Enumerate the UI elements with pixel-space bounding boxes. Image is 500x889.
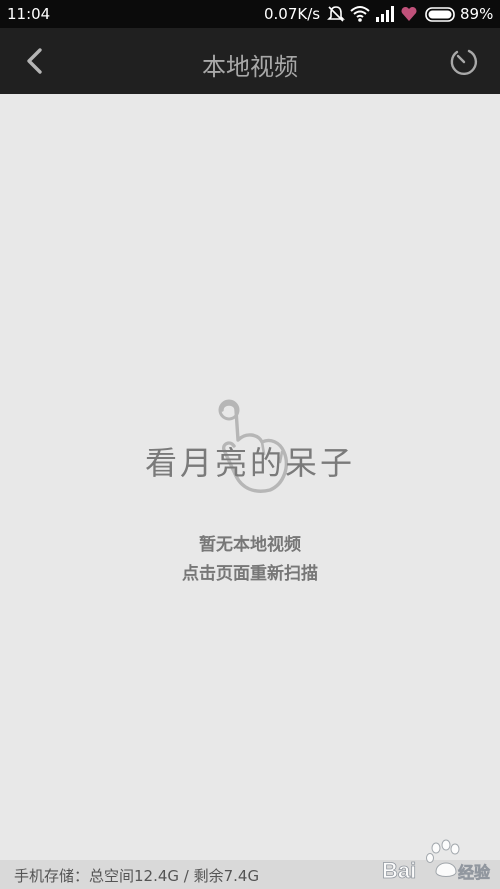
battery-percent: 89%: [460, 5, 494, 23]
rescan-hint: 点击页面重新扫描: [182, 564, 318, 584]
battery-icon: [425, 7, 455, 22]
baidu-jingyan-logo: Bai 经验: [382, 839, 491, 883]
page-title: 本地视频: [202, 53, 298, 81]
empty-message: 暂无本地视频: [199, 535, 301, 555]
baidu-logo-text: Bai: [382, 858, 416, 883]
bell-muted-icon: [327, 6, 345, 22]
scan-refresh-icon: [450, 49, 478, 76]
jingyan-text: 经验: [458, 863, 491, 882]
watermark-text: 看月亮的呆子: [144, 444, 355, 482]
wifi-icon: [350, 6, 370, 22]
scan-button[interactable]: [446, 44, 482, 80]
network-speed: 0.07K/s: [264, 5, 321, 23]
status-time: 11:04: [7, 5, 51, 23]
signal-icon: [376, 6, 394, 22]
status-bar: 11:04 0.07K/s 89%: [0, 0, 500, 28]
app-bar: 本地视频: [0, 28, 500, 94]
storage-info: 手机存储：总空间12.4G / 剩余7.4G: [14, 867, 260, 885]
heart-icon: [401, 6, 417, 21]
baidu-paw-icon: [426, 839, 460, 877]
